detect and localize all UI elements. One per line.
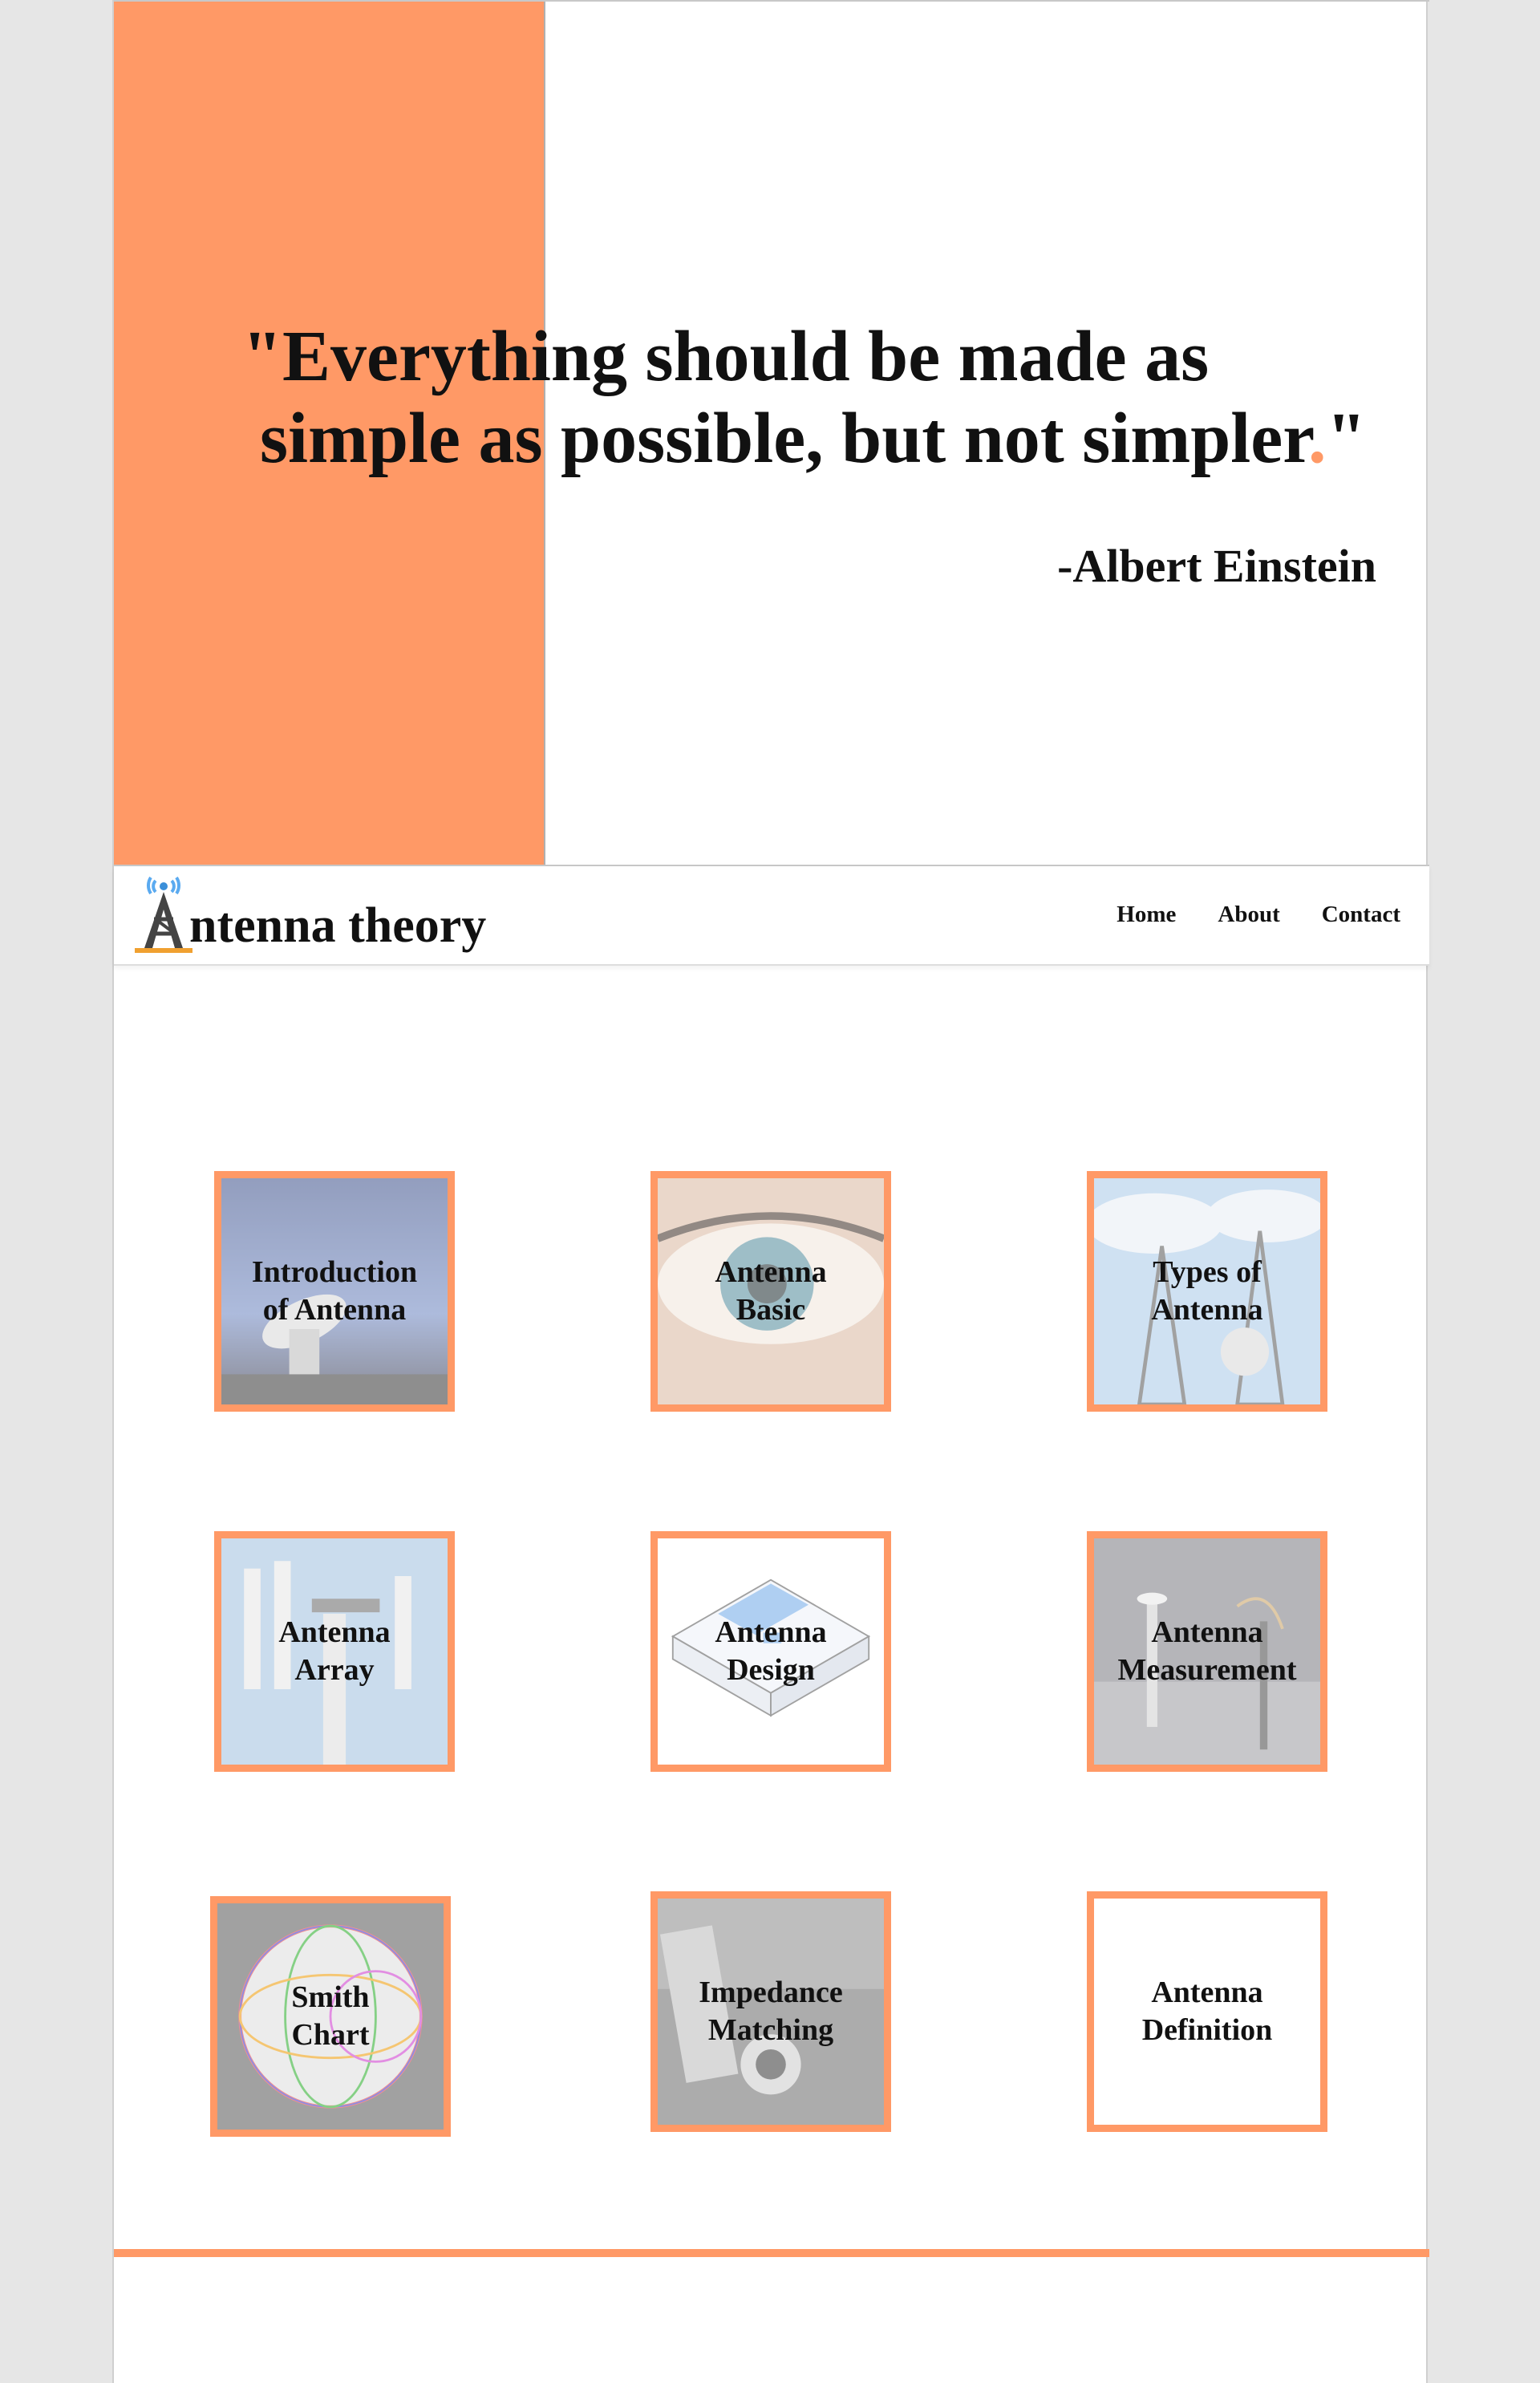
nav-links: Home About Contact <box>1116 902 1400 928</box>
quote-accent-dot: . <box>1307 399 1327 478</box>
card-types-of-antenna[interactable]: Types of Antenna <box>1087 1171 1327 1412</box>
hero-quote: "Everything should be made as simple as p… <box>242 316 1405 480</box>
card-antenna-basic[interactable]: Antenna Basic <box>650 1171 891 1412</box>
hero-section: "Everything should be made as simple as p… <box>114 0 1429 866</box>
card-label: Antenna Array <box>278 1615 391 1687</box>
card-impedance-matching[interactable]: Impedance Matching <box>650 1891 891 2132</box>
card-antenna-array[interactable]: Antenna Array <box>214 1531 455 1772</box>
quote-line-2: simple as possible, but not simpler <box>260 399 1308 478</box>
card-label: Smith Chart <box>291 1980 370 2052</box>
quote-author: -Albert Einstein <box>1057 540 1376 592</box>
card-label: Antenna Measurement <box>1117 1615 1297 1687</box>
brand-name[interactable]: ntenna theory <box>189 901 486 950</box>
nav-contact-link[interactable]: Contact <box>1322 902 1400 928</box>
card-label: Introduction of Antenna <box>251 1255 418 1327</box>
card-label: Antenna Design <box>715 1615 827 1687</box>
quote-close-mark: " <box>1326 399 1367 478</box>
antenna-tower-logo-icon[interactable] <box>133 869 194 958</box>
card-label: Antenna Basic <box>715 1255 827 1327</box>
navbar: ntenna theory Home About Contact <box>114 866 1429 966</box>
footer-accent-line <box>114 2249 1429 2257</box>
card-antenna-design[interactable]: Antenna Design <box>650 1531 891 1772</box>
card-smith-chart[interactable]: Smith Chart <box>210 1896 451 2137</box>
card-introduction-of-antenna[interactable]: Introduction of Antenna <box>214 1171 455 1412</box>
page: "Everything should be made as simple as p… <box>112 0 1429 2383</box>
card-label: Impedance Matching <box>699 1976 843 2047</box>
card-label: Antenna Definition <box>1141 1976 1273 2047</box>
quote-line-1: "Everything should be made as <box>242 317 1210 396</box>
nav-home-link[interactable]: Home <box>1116 902 1176 928</box>
card-label: Types of Antenna <box>1151 1255 1263 1327</box>
card-antenna-measurement[interactable]: Antenna Measurement <box>1087 1531 1327 1772</box>
card-antenna-definition[interactable]: Antenna Definition <box>1087 1891 1327 2132</box>
nav-about-link[interactable]: About <box>1218 902 1279 928</box>
